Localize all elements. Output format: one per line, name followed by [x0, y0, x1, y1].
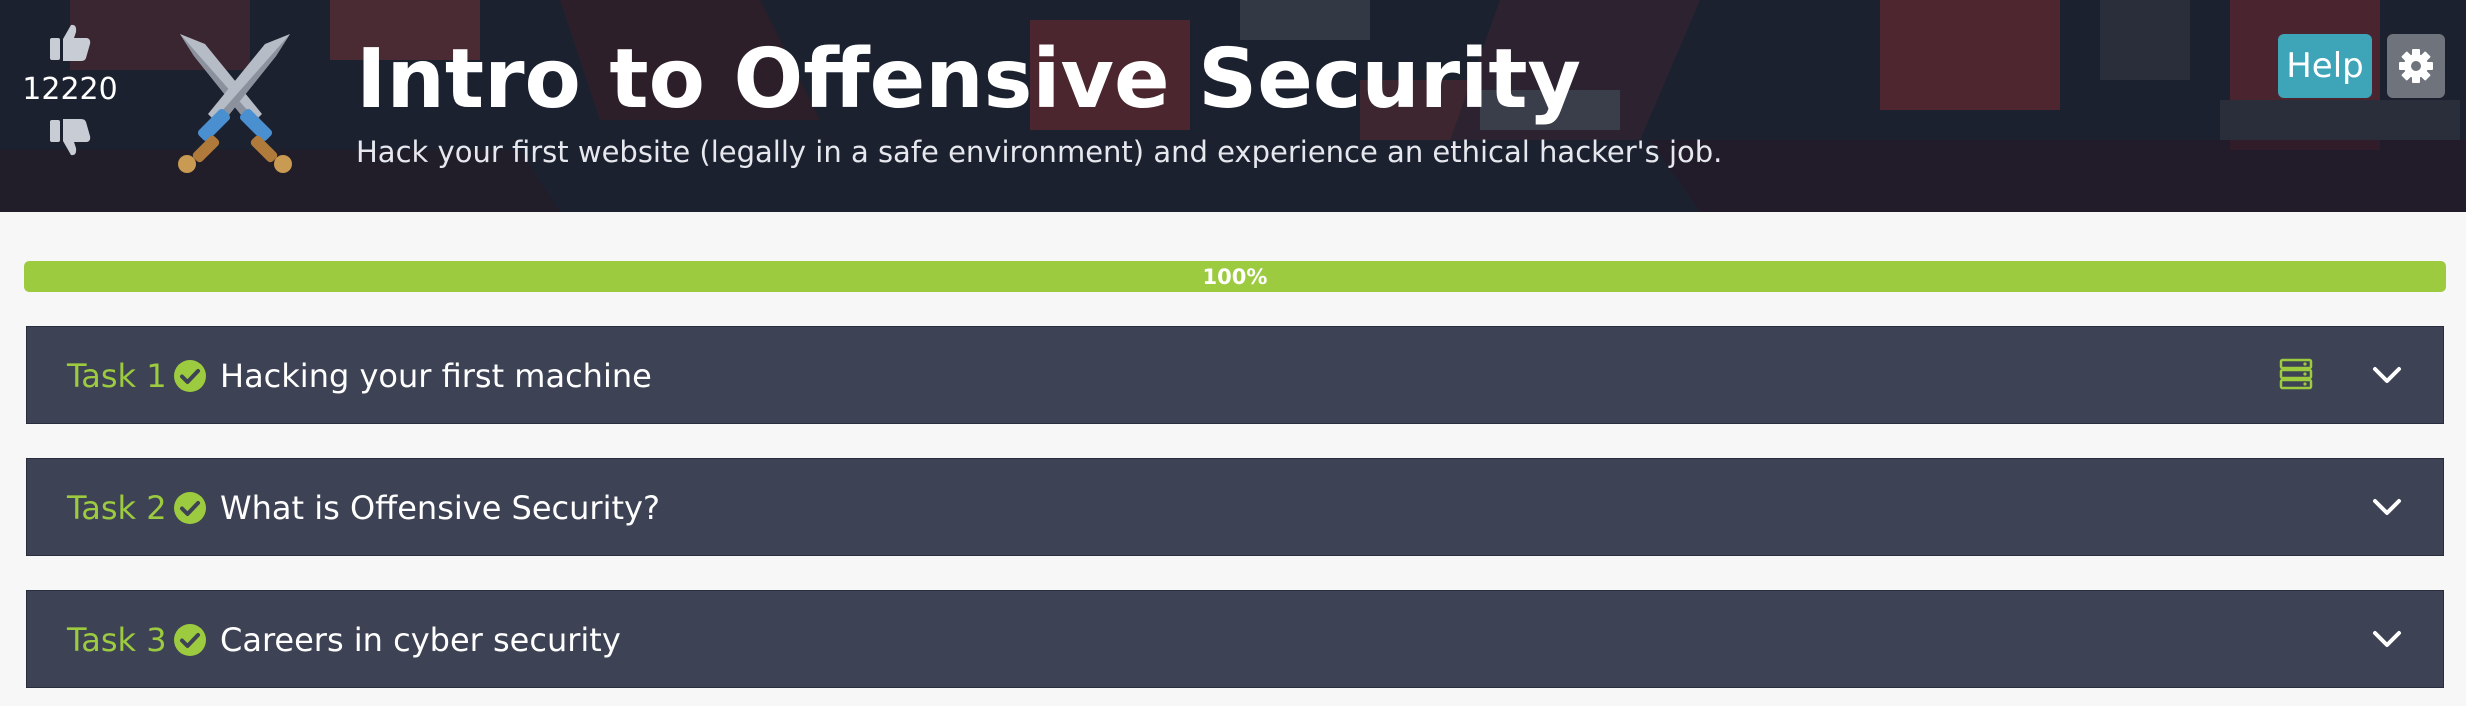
chevron-down-icon[interactable] [2371, 625, 2403, 653]
progress-bar: 100% [24, 261, 2446, 292]
task-3-header[interactable]: Task 3 Careers in cyber security [26, 590, 2444, 688]
task-number: Task 2 [67, 489, 167, 527]
task-number: Task 3 [67, 621, 167, 659]
chevron-down-icon[interactable] [2371, 361, 2403, 389]
vote-widget: 12220 [20, 22, 120, 158]
room-header: 12220 Intro to Offensive Security Hack y… [0, 0, 2466, 212]
vote-score: 12220 [22, 72, 118, 107]
thumbs-up-icon[interactable] [48, 22, 92, 62]
room-title: Intro to Offensive Security [356, 32, 1581, 127]
check-circle-icon [174, 624, 206, 656]
gear-icon [2399, 49, 2433, 83]
thumbs-down-icon[interactable] [48, 118, 92, 158]
progress-fill: 100% [24, 261, 2446, 292]
task-1-header[interactable]: Task 1 Hacking your first machine [26, 326, 2444, 424]
task-2-header[interactable]: Task 2 What is Offensive Security? [26, 458, 2444, 556]
progress-label: 100% [1202, 264, 1268, 289]
chevron-down-icon[interactable] [2371, 493, 2403, 521]
room-subtitle: Hack your first website (legally in a sa… [356, 135, 1723, 169]
server-icon[interactable] [2279, 358, 2313, 390]
settings-button[interactable] [2387, 34, 2445, 98]
task-title: Hacking your first machine [220, 357, 652, 395]
check-circle-icon [174, 360, 206, 392]
task-title: What is Offensive Security? [220, 489, 660, 527]
task-title: Careers in cyber security [220, 621, 621, 659]
task-number: Task 1 [67, 357, 167, 395]
check-circle-icon [174, 492, 206, 524]
help-button[interactable]: Help [2278, 34, 2372, 98]
crossed-swords-icon [178, 34, 292, 173]
